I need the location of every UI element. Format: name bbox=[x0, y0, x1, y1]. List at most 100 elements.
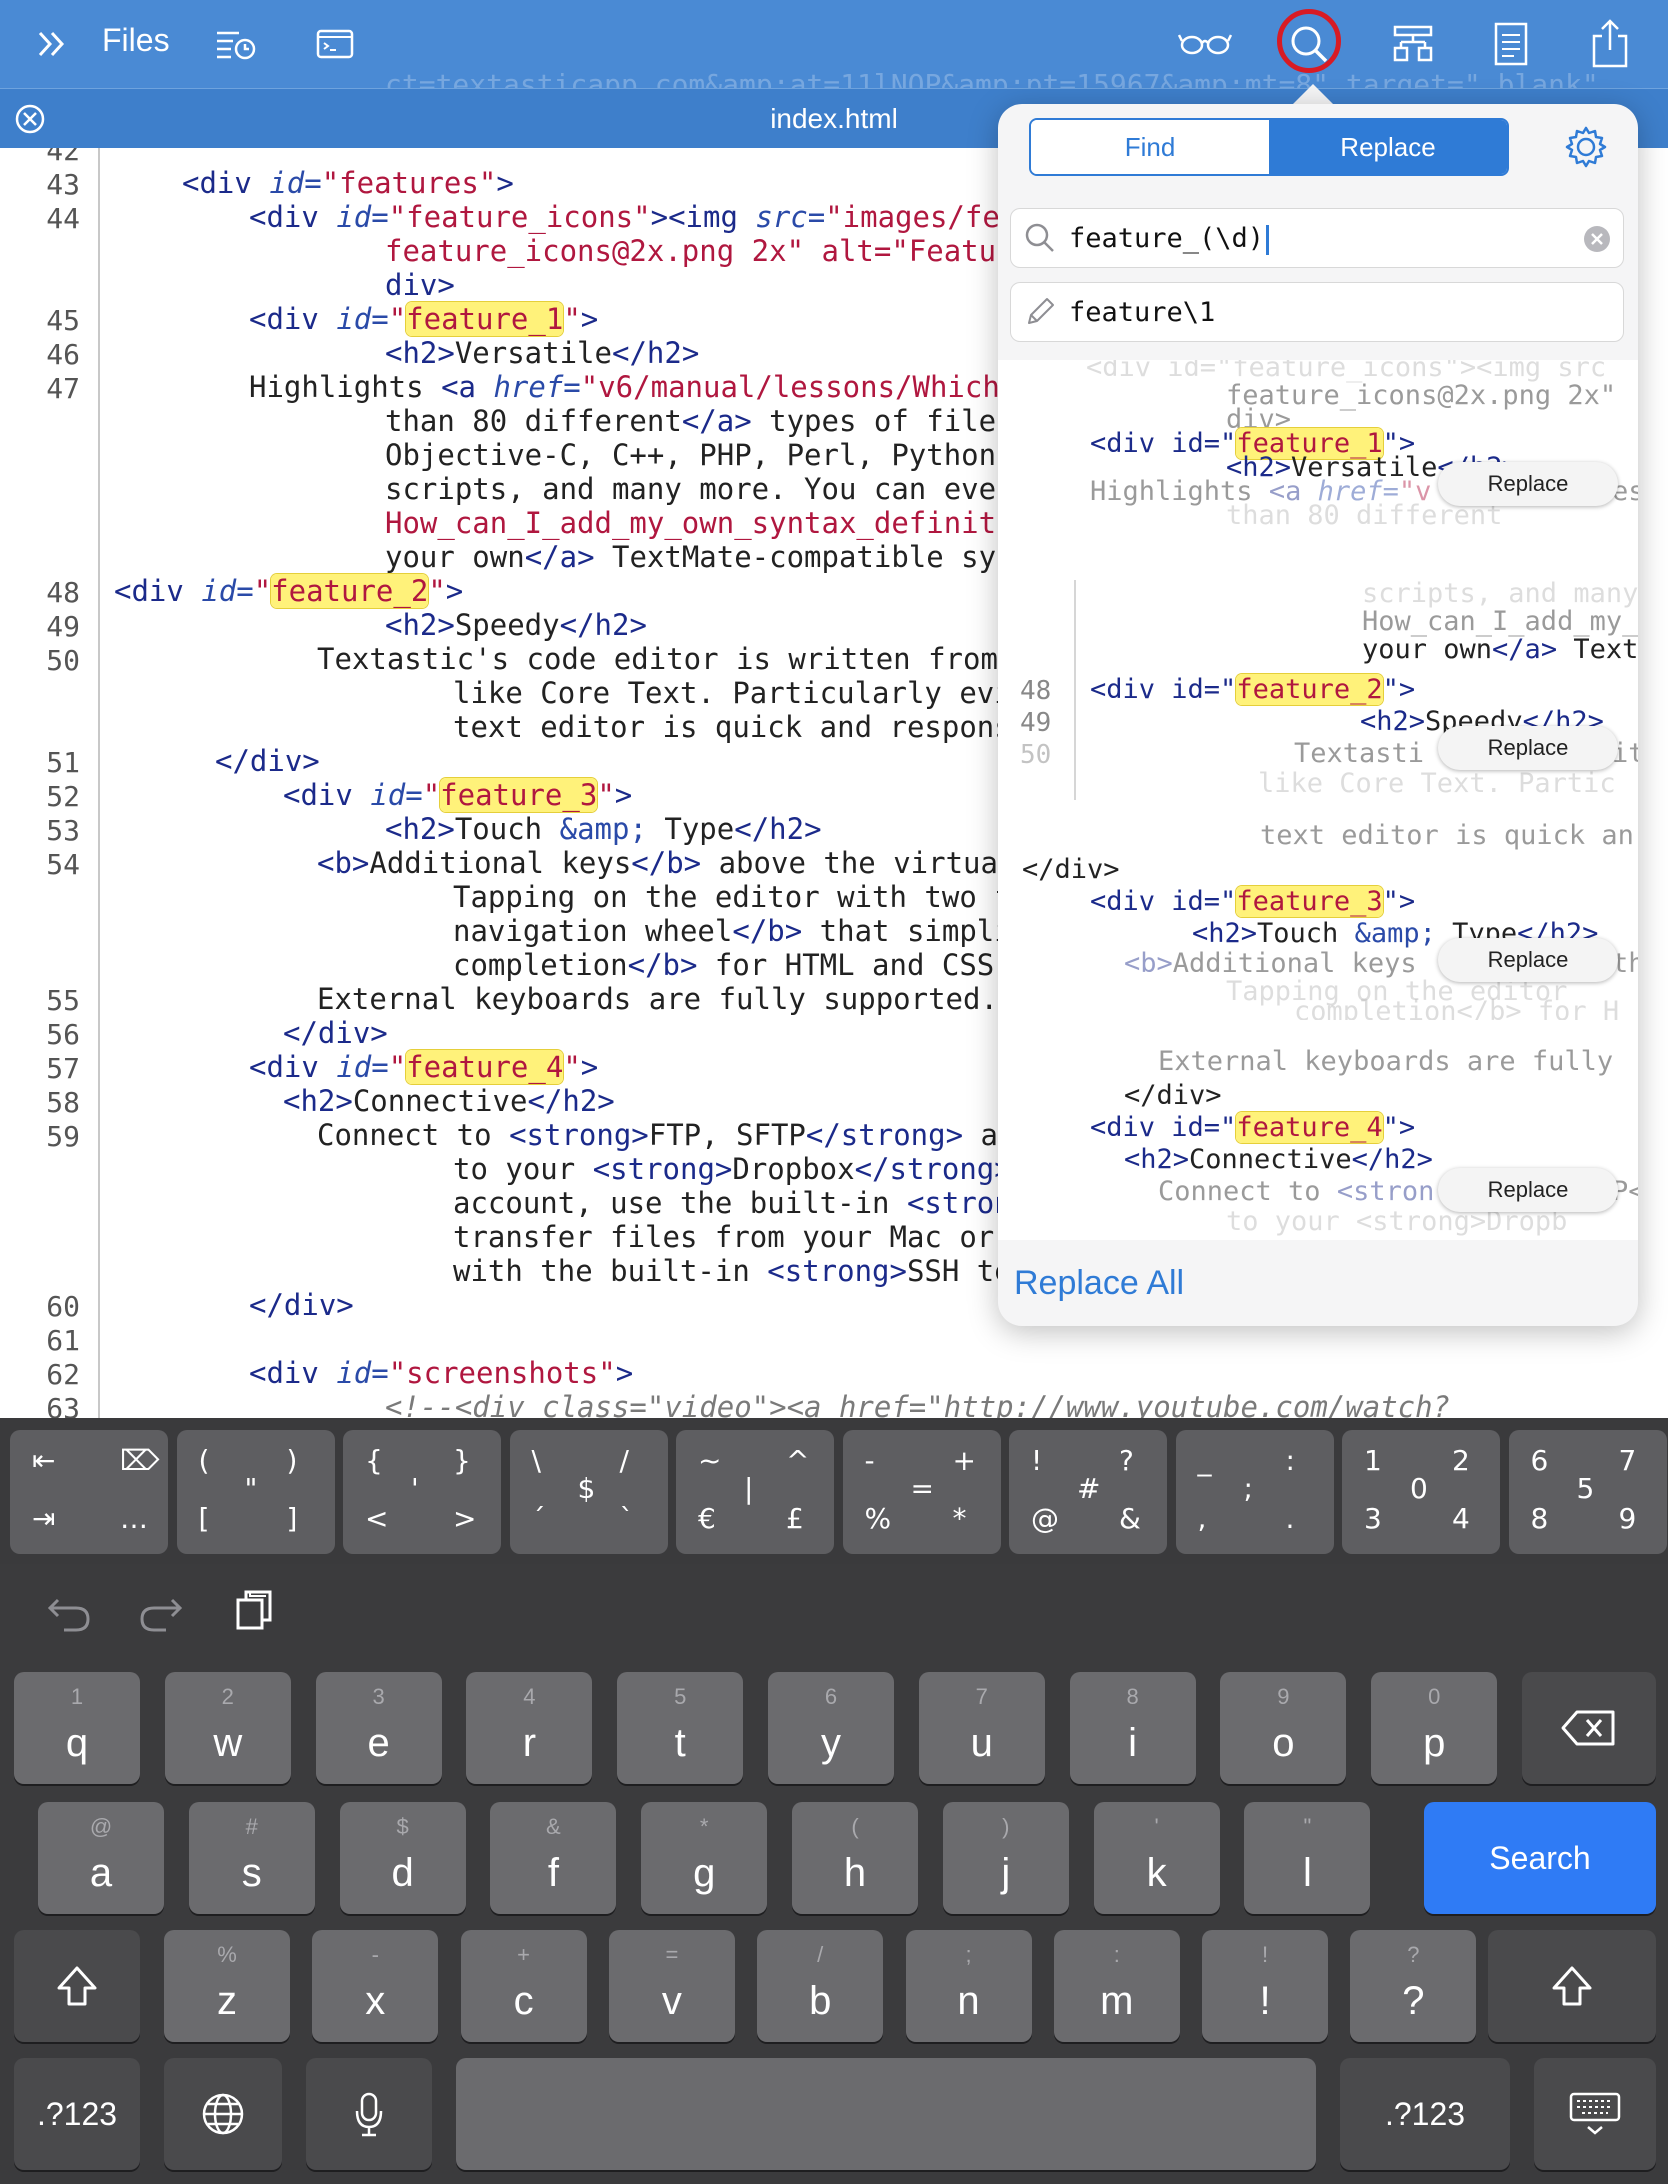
replace-button[interactable]: Replace bbox=[1438, 462, 1618, 506]
sidebar-toggle-icon[interactable] bbox=[28, 14, 78, 74]
search-key[interactable]: Search bbox=[1424, 1802, 1656, 1914]
key-t[interactable]: 5t bbox=[617, 1672, 744, 1784]
code-line: Objective-C, C++, PHP, Perl, Python, bbox=[385, 438, 1014, 472]
shortcut-bar bbox=[0, 1564, 1668, 1658]
key-hint: # bbox=[245, 1814, 258, 1839]
key-l[interactable]: " l bbox=[1244, 1802, 1371, 1914]
key-q[interactable]: 1q bbox=[14, 1672, 140, 1784]
symbol-key[interactable]: _:,.; bbox=[1175, 1430, 1334, 1554]
key-x[interactable]: -x bbox=[312, 1930, 439, 2042]
search-match: feature_3 bbox=[1236, 886, 1383, 917]
code-line: <div id="features"> bbox=[182, 166, 514, 200]
symbol-key[interactable]: {} < > ' bbox=[343, 1430, 501, 1554]
code-line: your own</a> TextMate-compatible synt bbox=[385, 540, 1032, 574]
key-o[interactable]: 9o bbox=[1220, 1672, 1347, 1784]
preview-glasses-icon[interactable] bbox=[1175, 14, 1235, 74]
terminal-icon[interactable] bbox=[310, 14, 360, 74]
gear-icon[interactable] bbox=[1563, 124, 1609, 175]
key-k[interactable]: ' k bbox=[1093, 1802, 1220, 1914]
key-g[interactable]: * g bbox=[641, 1802, 768, 1914]
replace-all-button[interactable]: Replace All bbox=[1014, 1264, 1184, 1303]
code-line: completion</b> for HTML and CSS. bbox=[453, 948, 1012, 982]
symbol-key[interactable]: 6 7 8 95 bbox=[1508, 1430, 1667, 1554]
dictation-key[interactable] bbox=[306, 2058, 432, 2170]
shift-right-key[interactable] bbox=[1488, 1930, 1656, 2042]
search-results-list[interactable]: <div id="feature_icons"><img src feature… bbox=[998, 360, 1638, 1240]
search-input[interactable]: feature_(\d) bbox=[1010, 208, 1624, 268]
key-v[interactable]: = v bbox=[608, 1930, 735, 2042]
replace-button[interactable]: Replace bbox=[1438, 1168, 1618, 1212]
key-p[interactable]: 0p bbox=[1371, 1672, 1498, 1784]
files-button[interactable]: Files bbox=[102, 22, 170, 59]
key-j[interactable]: ) j bbox=[942, 1802, 1069, 1914]
symbol-key[interactable]: ~ ^ € £ | bbox=[676, 1430, 834, 1554]
document-info-icon[interactable] bbox=[1486, 14, 1536, 74]
clear-search-icon[interactable] bbox=[1583, 225, 1611, 258]
key-m[interactable]: :m bbox=[1053, 1930, 1180, 2042]
tab-replace[interactable]: Replace bbox=[1269, 120, 1507, 174]
key-z[interactable]: % z bbox=[164, 1930, 290, 2042]
numbers-key[interactable]: .?123 bbox=[14, 2058, 140, 2170]
key-![interactable]: !! bbox=[1202, 1930, 1329, 2042]
backspace-key[interactable] bbox=[1522, 1672, 1656, 1784]
line-number: 57 bbox=[46, 1052, 80, 1085]
symbol-glyph: . bbox=[1285, 1502, 1295, 1535]
key-label: z bbox=[217, 1979, 237, 2023]
recent-files-icon[interactable] bbox=[210, 14, 260, 74]
key-c[interactable]: + c bbox=[460, 1930, 587, 2042]
symbol-glyph: { bbox=[365, 1444, 383, 1477]
key-a[interactable]: @ a bbox=[38, 1802, 164, 1914]
shift-right-icon bbox=[1488, 1930, 1656, 2042]
key-r[interactable]: 4r bbox=[466, 1672, 593, 1784]
search-result[interactable]: External keyboards are fully </div> <div… bbox=[998, 1020, 1638, 1240]
replace-input[interactable]: feature\1 bbox=[1010, 282, 1624, 342]
code-line: </div> bbox=[249, 1288, 354, 1322]
key-s[interactable]: # s bbox=[188, 1802, 315, 1914]
key-y[interactable]: 6y bbox=[768, 1672, 894, 1784]
key-d[interactable]: $ d bbox=[339, 1802, 466, 1914]
symbol-key[interactable]: \ / ´ ` $ bbox=[509, 1430, 668, 1554]
symbol-key[interactable]: - +% * = bbox=[842, 1430, 1001, 1554]
paste-icon[interactable] bbox=[234, 1588, 274, 1637]
key-b[interactable]: / b bbox=[757, 1930, 884, 2042]
symbol-key[interactable]: () [] " bbox=[176, 1430, 335, 1554]
share-icon[interactable] bbox=[1585, 14, 1635, 74]
symbol-key[interactable]: 1 2 3 40 bbox=[1342, 1430, 1500, 1554]
key-hint: 8 bbox=[1126, 1684, 1139, 1709]
shift-key[interactable] bbox=[14, 1930, 140, 2042]
key-u[interactable]: 7u bbox=[918, 1672, 1045, 1784]
symbol-glyph: ? bbox=[1119, 1444, 1134, 1477]
search-result[interactable]: <div id="feature_icons"><img src feature… bbox=[998, 360, 1638, 582]
code-line: <h2>Connective</h2> bbox=[283, 1084, 615, 1118]
hide-keyboard-key[interactable] bbox=[1534, 2058, 1656, 2170]
key-h[interactable]: (h bbox=[792, 1802, 918, 1914]
code-line: navigation wheel</b> that simplif bbox=[453, 914, 1030, 948]
redo-icon[interactable] bbox=[138, 1592, 186, 1637]
backspace-icon bbox=[1522, 1672, 1656, 1784]
undo-icon[interactable] bbox=[44, 1592, 92, 1637]
globe-key[interactable] bbox=[164, 2058, 282, 2170]
key-?[interactable]: ?? bbox=[1350, 1930, 1477, 2042]
key-w[interactable]: 2w bbox=[164, 1672, 291, 1784]
symbol-key[interactable]: !? @ & # bbox=[1009, 1430, 1167, 1554]
search-result[interactable]: text editor is quick an </div> <div id="… bbox=[998, 800, 1638, 1022]
line-number: 47 bbox=[46, 372, 80, 405]
search-result[interactable]: 48 49 50 scripts, and many How_can_I_add… bbox=[998, 580, 1638, 802]
code-line: <h2>Versatile</h2> bbox=[385, 336, 700, 370]
symbols-tree-icon[interactable] bbox=[1388, 14, 1438, 74]
tab-find[interactable]: Find bbox=[1031, 120, 1269, 174]
symbol-key[interactable]: ⇤ ⌦ ⇥… bbox=[10, 1430, 168, 1554]
key-label: d bbox=[391, 1851, 414, 1895]
key-label: a bbox=[89, 1851, 113, 1895]
numbers-right-key[interactable]: .?123 bbox=[1340, 2058, 1510, 2170]
code-line: than 80 different</a> types of files bbox=[385, 404, 1014, 438]
replace-button[interactable]: Replace bbox=[1438, 938, 1618, 982]
space-key[interactable] bbox=[456, 2058, 1316, 2170]
key-n[interactable]: ; n bbox=[905, 1930, 1032, 2042]
key-f[interactable]: & f bbox=[490, 1802, 617, 1914]
replace-button[interactable]: Replace bbox=[1438, 726, 1618, 770]
search-icon[interactable] bbox=[1283, 14, 1335, 74]
code-line: <div id="feature_1"> bbox=[249, 302, 599, 336]
key-e[interactable]: 3e bbox=[315, 1672, 442, 1784]
key-i[interactable]: 8i bbox=[1069, 1672, 1196, 1784]
